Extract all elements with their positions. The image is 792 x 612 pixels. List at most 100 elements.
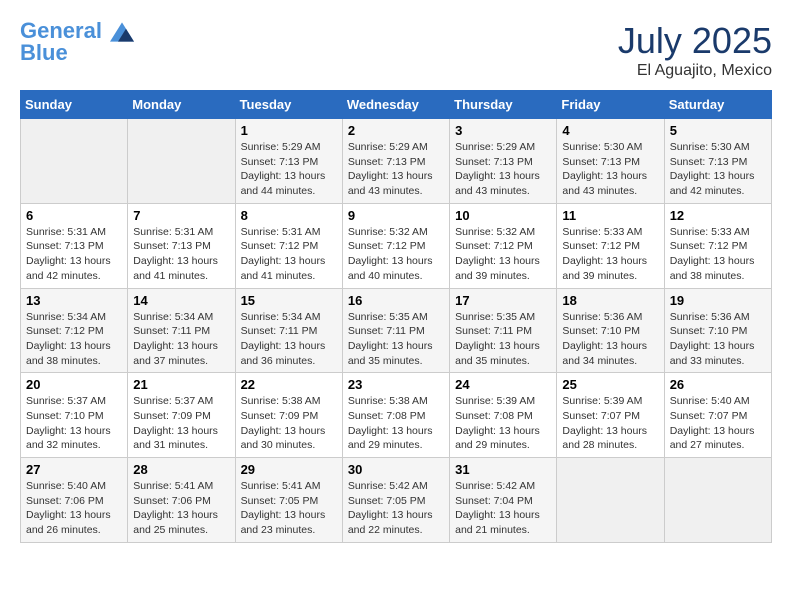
- day-number: 19: [670, 293, 766, 308]
- logo-blue: Blue: [20, 42, 134, 64]
- day-number: 16: [348, 293, 444, 308]
- calendar-day-cell: 16Sunrise: 5:35 AMSunset: 7:11 PMDayligh…: [342, 288, 449, 373]
- day-number: 24: [455, 377, 551, 392]
- day-info: Sunrise: 5:36 AMSunset: 7:10 PMDaylight:…: [670, 310, 766, 369]
- calendar-header-row: SundayMondayTuesdayWednesdayThursdayFrid…: [21, 91, 772, 119]
- day-number: 26: [670, 377, 766, 392]
- day-info: Sunrise: 5:38 AMSunset: 7:08 PMDaylight:…: [348, 394, 444, 453]
- day-info: Sunrise: 5:32 AMSunset: 7:12 PMDaylight:…: [348, 225, 444, 284]
- day-number: 9: [348, 208, 444, 223]
- calendar-day-cell: 17 Sunrise: 5:35 AMSunset: 7:11 PMDayligh…: [450, 288, 557, 373]
- calendar-day-cell: 14 Sunrise: 5:34 AMSunset: 7:11 PMDayligh…: [128, 288, 235, 373]
- day-info: Sunrise: 5:29 AMSunset: 7:13 PMDaylight:…: [455, 140, 551, 199]
- calendar-day-cell: 7 Sunrise: 5:31 AMSunset: 7:13 PMDaylight…: [128, 203, 235, 288]
- day-of-week-header: Saturday: [664, 91, 771, 119]
- logo: General Blue: [20, 20, 134, 64]
- day-info: Sunrise: 5:34 AMSunset: 7:11 PMDaylight:…: [133, 310, 229, 369]
- calendar-week-row: 13Sunrise: 5:34 AMSunset: 7:12 PMDayligh…: [21, 288, 772, 373]
- day-number: 14: [133, 293, 229, 308]
- calendar-subtitle: El Aguajito, Mexico: [618, 62, 772, 80]
- day-info: Sunrise: 5:32 AMSunset: 7:12 PMDaylight:…: [455, 225, 551, 284]
- calendar-day-cell: 10Sunrise: 5:32 AMSunset: 7:12 PMDayligh…: [450, 203, 557, 288]
- day-info: Sunrise: 5:33 AMSunset: 7:12 PMDaylight:…: [670, 225, 766, 284]
- day-info: Sunrise: 5:42 AMSunset: 7:05 PMDaylight:…: [348, 479, 444, 538]
- day-number: 28: [133, 462, 229, 477]
- day-number: 20: [26, 377, 122, 392]
- calendar-day-cell: 23 Sunrise: 5:38 AMSunset: 7:08 PMDayligh…: [342, 373, 449, 458]
- day-number: 6: [26, 208, 122, 223]
- calendar-day-cell: 11 Sunrise: 5:33 AMSunset: 7:12 PMDayligh…: [557, 203, 664, 288]
- calendar-day-cell: [128, 119, 235, 204]
- calendar-day-cell: 21Sunrise: 5:37 AMSunset: 7:09 PMDayligh…: [128, 373, 235, 458]
- day-number: 15: [241, 293, 337, 308]
- calendar-day-cell: [664, 458, 771, 543]
- calendar-day-cell: 26 Sunrise: 5:40 AMSunset: 7:07 PMDayligh…: [664, 373, 771, 458]
- calendar-day-cell: 20 Sunrise: 5:37 AMSunset: 7:10 PMDayligh…: [21, 373, 128, 458]
- day-number: 25: [562, 377, 658, 392]
- calendar-day-cell: 19 Sunrise: 5:36 AMSunset: 7:10 PMDayligh…: [664, 288, 771, 373]
- calendar-title: July 2025: [618, 20, 772, 62]
- day-number: 23: [348, 377, 444, 392]
- calendar-day-cell: 13Sunrise: 5:34 AMSunset: 7:12 PMDayligh…: [21, 288, 128, 373]
- day-info: Sunrise: 5:41 AMSunset: 7:06 PMDaylight:…: [133, 479, 229, 538]
- calendar-day-cell: 30 Sunrise: 5:42 AMSunset: 7:05 PMDayligh…: [342, 458, 449, 543]
- day-of-week-header: Wednesday: [342, 91, 449, 119]
- calendar-day-cell: 24 Sunrise: 5:39 AMSunset: 7:08 PMDayligh…: [450, 373, 557, 458]
- calendar-week-row: 27 Sunrise: 5:40 AMSunset: 7:06 PMDayligh…: [21, 458, 772, 543]
- day-info: Sunrise: 5:40 AMSunset: 7:06 PMDaylight:…: [26, 479, 122, 538]
- day-number: 27: [26, 462, 122, 477]
- day-info: Sunrise: 5:40 AMSunset: 7:07 PMDaylight:…: [670, 394, 766, 453]
- day-of-week-header: Sunday: [21, 91, 128, 119]
- day-info: Sunrise: 5:31 AMSunset: 7:13 PMDaylight:…: [133, 225, 229, 284]
- logo-text: General: [20, 20, 134, 42]
- day-info: Sunrise: 5:34 AMSunset: 7:12 PMDaylight:…: [26, 310, 122, 369]
- calendar-day-cell: 25Sunrise: 5:39 AMSunset: 7:07 PMDayligh…: [557, 373, 664, 458]
- calendar-day-cell: 31Sunrise: 5:42 AMSunset: 7:04 PMDayligh…: [450, 458, 557, 543]
- day-number: 18: [562, 293, 658, 308]
- calendar-day-cell: 29 Sunrise: 5:41 AMSunset: 7:05 PMDayligh…: [235, 458, 342, 543]
- day-info: Sunrise: 5:42 AMSunset: 7:04 PMDaylight:…: [455, 479, 551, 538]
- calendar-day-cell: 15 Sunrise: 5:34 AMSunset: 7:11 PMDayligh…: [235, 288, 342, 373]
- day-number: 3: [455, 123, 551, 138]
- day-number: 22: [241, 377, 337, 392]
- day-number: 11: [562, 208, 658, 223]
- calendar-day-cell: 2 Sunrise: 5:29 AMSunset: 7:13 PMDaylight…: [342, 119, 449, 204]
- day-info: Sunrise: 5:31 AMSunset: 7:13 PMDaylight:…: [26, 225, 122, 284]
- logo-icon: [110, 22, 134, 42]
- day-info: Sunrise: 5:30 AMSunset: 7:13 PMDaylight:…: [562, 140, 658, 199]
- day-number: 29: [241, 462, 337, 477]
- day-number: 2: [348, 123, 444, 138]
- day-number: 7: [133, 208, 229, 223]
- day-info: Sunrise: 5:38 AMSunset: 7:09 PMDaylight:…: [241, 394, 337, 453]
- day-info: Sunrise: 5:31 AMSunset: 7:12 PMDaylight:…: [241, 225, 337, 284]
- day-info: Sunrise: 5:37 AMSunset: 7:10 PMDaylight:…: [26, 394, 122, 453]
- day-info: Sunrise: 5:39 AMSunset: 7:08 PMDaylight:…: [455, 394, 551, 453]
- day-info: Sunrise: 5:34 AMSunset: 7:11 PMDaylight:…: [241, 310, 337, 369]
- page-header: General Blue July 2025 El Aguajito, Mexi…: [20, 20, 772, 80]
- day-info: Sunrise: 5:30 AMSunset: 7:13 PMDaylight:…: [670, 140, 766, 199]
- day-of-week-header: Monday: [128, 91, 235, 119]
- calendar-day-cell: 9 Sunrise: 5:32 AMSunset: 7:12 PMDaylight…: [342, 203, 449, 288]
- calendar-week-row: 1 Sunrise: 5:29 AMSunset: 7:13 PMDaylight…: [21, 119, 772, 204]
- calendar-day-cell: 5 Sunrise: 5:30 AMSunset: 7:13 PMDaylight…: [664, 119, 771, 204]
- day-number: 1: [241, 123, 337, 138]
- day-info: Sunrise: 5:35 AMSunset: 7:11 PMDaylight:…: [455, 310, 551, 369]
- day-number: 17: [455, 293, 551, 308]
- calendar-day-cell: [557, 458, 664, 543]
- day-number: 5: [670, 123, 766, 138]
- day-of-week-header: Thursday: [450, 91, 557, 119]
- day-info: Sunrise: 5:33 AMSunset: 7:12 PMDaylight:…: [562, 225, 658, 284]
- calendar-day-cell: 3 Sunrise: 5:29 AMSunset: 7:13 PMDaylight…: [450, 119, 557, 204]
- calendar-day-cell: 28 Sunrise: 5:41 AMSunset: 7:06 PMDayligh…: [128, 458, 235, 543]
- calendar-day-cell: [21, 119, 128, 204]
- title-block: July 2025 El Aguajito, Mexico: [618, 20, 772, 80]
- day-number: 4: [562, 123, 658, 138]
- day-info: Sunrise: 5:29 AMSunset: 7:13 PMDaylight:…: [348, 140, 444, 199]
- calendar-day-cell: 22 Sunrise: 5:38 AMSunset: 7:09 PMDayligh…: [235, 373, 342, 458]
- calendar-week-row: 6 Sunrise: 5:31 AMSunset: 7:13 PMDaylight…: [21, 203, 772, 288]
- calendar-day-cell: 1Sunrise: 5:29 AMSunset: 7:13 PMDaylight…: [235, 119, 342, 204]
- day-number: 30: [348, 462, 444, 477]
- calendar-day-cell: 27 Sunrise: 5:40 AMSunset: 7:06 PMDayligh…: [21, 458, 128, 543]
- day-number: 12: [670, 208, 766, 223]
- day-info: Sunrise: 5:41 AMSunset: 7:05 PMDaylight:…: [241, 479, 337, 538]
